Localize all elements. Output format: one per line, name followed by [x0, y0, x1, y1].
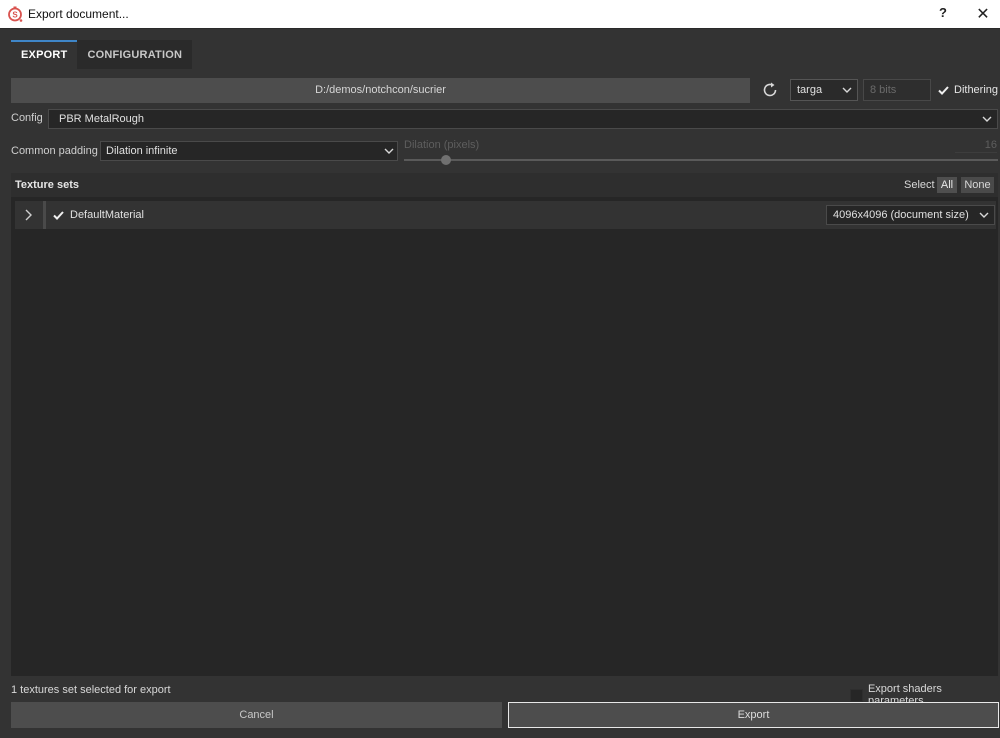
padding-row: Common padding Dilation infinite Dilatio… [0, 139, 1000, 169]
texture-sets-header: Texture sets Select All None [11, 173, 998, 197]
checkmark-icon [937, 83, 950, 97]
texture-set-row: DefaultMaterial 4096x4096 (document size… [15, 201, 996, 229]
dilation-slider-handle[interactable] [440, 155, 451, 165]
config-select[interactable]: PBR MetalRough [48, 109, 998, 129]
dilation-value-input[interactable]: 16 [955, 139, 997, 153]
chevron-right-icon[interactable] [19, 206, 37, 224]
tab-configuration[interactable]: CONFIGURATION [77, 40, 193, 69]
substance-painter-icon: S [8, 6, 23, 22]
export-button[interactable]: Export [508, 702, 999, 728]
dilation-slider[interactable] [404, 159, 998, 161]
texture-sets-title: Texture sets [15, 179, 79, 191]
common-padding-value: Dilation infinite [106, 145, 178, 157]
chevron-down-icon [982, 116, 992, 122]
dilation-label: Dilation (pixels) [404, 139, 480, 151]
title-bar: S Export document... ? ✕ [0, 0, 1000, 29]
chevron-down-icon [384, 148, 394, 154]
refresh-icon[interactable] [760, 80, 780, 100]
help-button[interactable]: ? [936, 5, 950, 20]
close-button[interactable]: ✕ [975, 4, 991, 23]
checkbox-box [850, 688, 863, 702]
texture-sets-panel: Texture sets Select All None DefaultMate… [11, 173, 998, 676]
output-path-button[interactable]: D:/demos/notchcon/sucrier [11, 78, 750, 103]
config-row: Config PBR MetalRough [0, 109, 1000, 130]
select-label: Select [904, 179, 935, 191]
selection-status: 1 textures set selected for export [11, 684, 171, 696]
texture-set-name: DefaultMaterial [70, 209, 144, 221]
texture-set-size-value: 4096x4096 (document size) [833, 209, 969, 221]
chevron-down-icon [979, 212, 989, 218]
svg-text:S: S [12, 11, 18, 20]
file-format-select[interactable]: targa [790, 79, 858, 101]
window-title: Export document... [28, 7, 129, 21]
config-value: PBR MetalRough [59, 113, 144, 125]
texture-set-checkbox[interactable] [52, 209, 65, 222]
bit-depth-select[interactable]: 8 bits [863, 79, 931, 101]
dithering-checkbox[interactable]: Dithering [937, 82, 998, 98]
tab-bar: EXPORT CONFIGURATION [11, 40, 193, 69]
select-none-button[interactable]: None [961, 177, 994, 193]
common-padding-select[interactable]: Dilation infinite [100, 141, 398, 161]
common-padding-label: Common padding [11, 145, 98, 157]
tab-export[interactable]: EXPORT [11, 40, 78, 69]
cancel-button[interactable]: Cancel [11, 702, 502, 728]
file-format-value: targa [797, 84, 823, 96]
config-label: Config [11, 112, 43, 124]
select-all-button[interactable]: All [937, 177, 957, 193]
dithering-label: Dithering [954, 84, 999, 96]
chevron-down-icon [842, 87, 852, 93]
texture-set-size-select[interactable]: 4096x4096 (document size) [826, 205, 995, 225]
export-dialog: EXPORT CONFIGURATION D:/demos/notchcon/s… [0, 29, 1000, 738]
row-divider [43, 201, 46, 229]
